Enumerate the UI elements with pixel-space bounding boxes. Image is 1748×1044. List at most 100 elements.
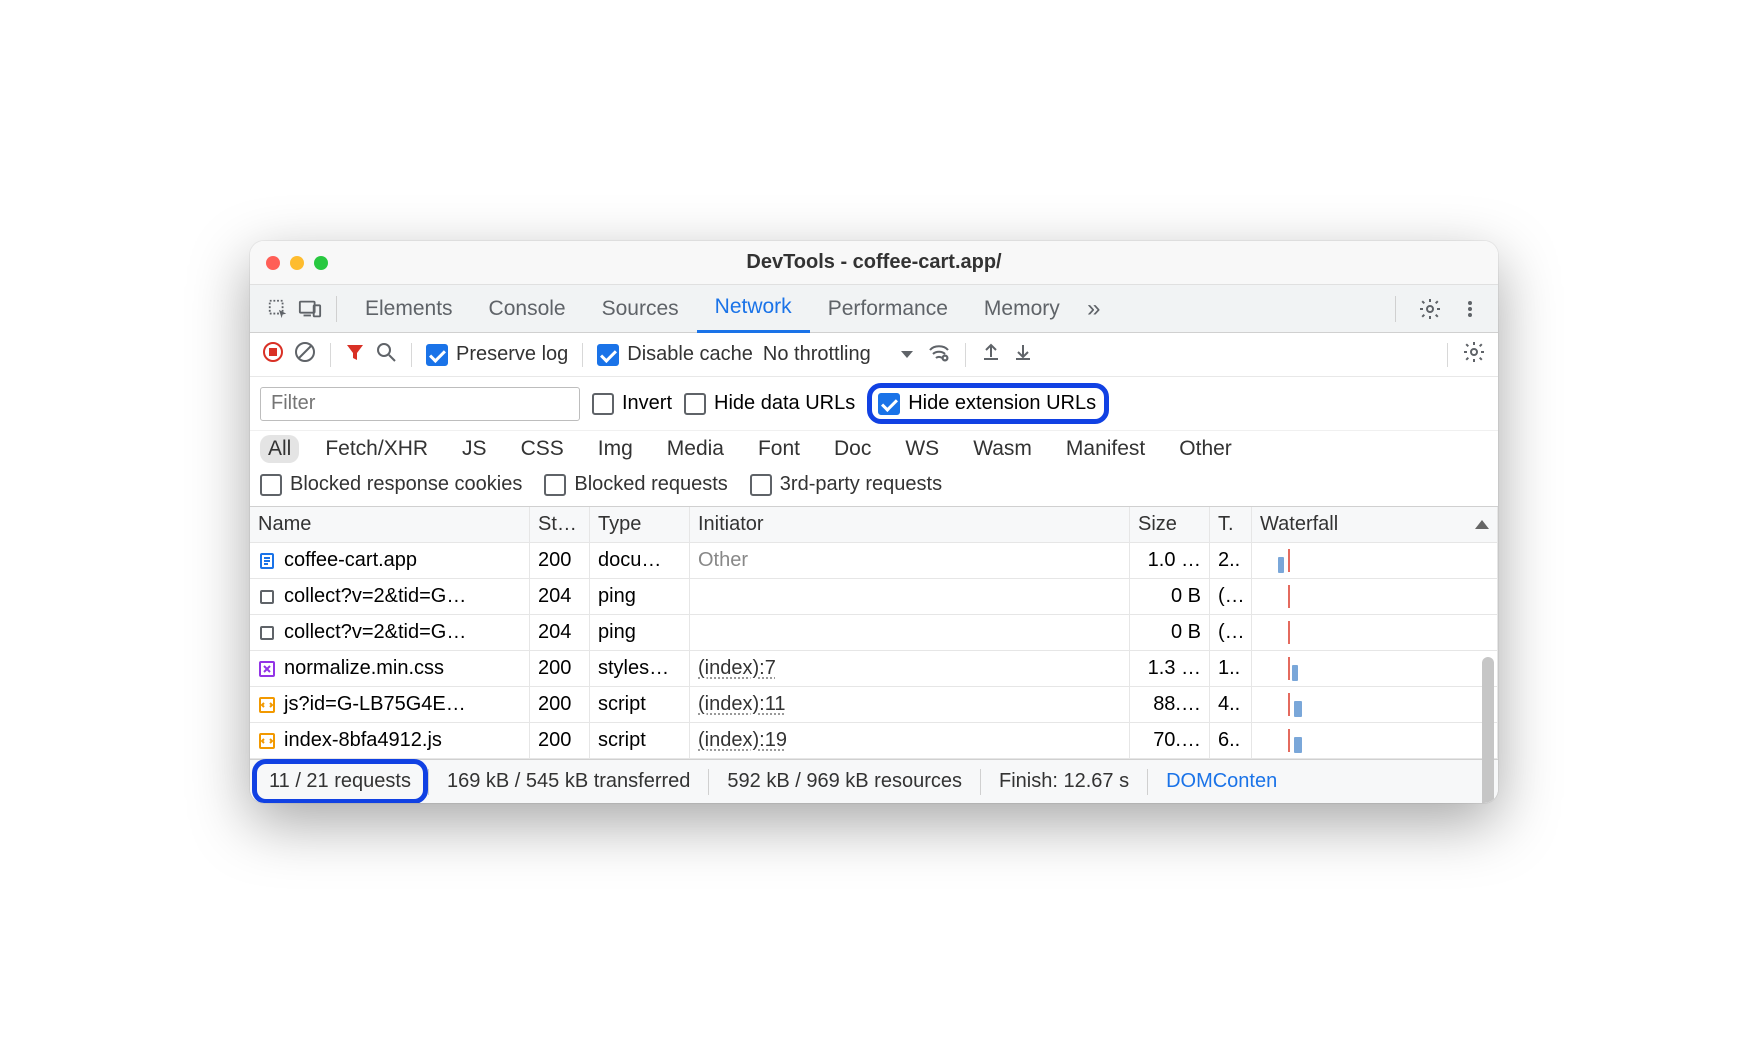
preserve-log-checkbox[interactable]: Preserve log xyxy=(426,343,568,366)
request-name[interactable]: js?id=G-LB75G4E… xyxy=(250,687,530,723)
request-time: 2.. xyxy=(1210,543,1252,579)
request-size: 70.… xyxy=(1130,723,1210,759)
col-time[interactable]: T. xyxy=(1210,507,1252,543)
col-initiator[interactable]: Initiator xyxy=(690,507,1130,543)
type-chip-js[interactable]: JS xyxy=(454,435,495,463)
request-size: 1.3 … xyxy=(1130,651,1210,687)
type-chip-fetchxhr[interactable]: Fetch/XHR xyxy=(317,435,436,463)
request-initiator xyxy=(690,579,1130,615)
type-chip-css[interactable]: CSS xyxy=(513,435,572,463)
blocked-requests-checkbox[interactable]: Blocked requests xyxy=(544,473,727,496)
js-file-icon xyxy=(258,732,276,750)
col-type[interactable]: Type xyxy=(590,507,690,543)
request-waterfall xyxy=(1252,723,1498,759)
request-status: 200 xyxy=(530,651,590,687)
filter-bar: Invert Hide data URLs Hide extension URL… xyxy=(250,377,1498,431)
type-chip-font[interactable]: Font xyxy=(750,435,808,463)
other-file-icon xyxy=(258,588,276,606)
status-finish: Finish: 12.67 s xyxy=(981,768,1147,796)
request-name[interactable]: collect?v=2&tid=G… xyxy=(250,615,530,651)
third-party-checkbox[interactable]: 3rd-party requests xyxy=(750,473,942,496)
col-name[interactable]: Name xyxy=(250,507,530,543)
kebab-menu-icon[interactable] xyxy=(1454,293,1486,325)
request-name[interactable]: collect?v=2&tid=G… xyxy=(250,579,530,615)
type-chip-other[interactable]: Other xyxy=(1171,435,1240,463)
network-settings-icon[interactable] xyxy=(1462,340,1486,370)
disable-cache-checkbox[interactable]: Disable cache xyxy=(597,343,753,366)
request-name[interactable]: coffee-cart.app xyxy=(250,543,530,579)
scrollbar[interactable] xyxy=(1482,657,1494,763)
titlebar: DevTools - coffee-cart.app/ xyxy=(250,241,1498,285)
col-waterfall[interactable]: Waterfall xyxy=(1252,507,1498,543)
status-resources: 592 kB / 969 kB resources xyxy=(709,768,980,796)
request-waterfall xyxy=(1252,579,1498,615)
devtools-window: DevTools - coffee-cart.app/ ElementsCons… xyxy=(250,241,1498,803)
record-button[interactable] xyxy=(262,341,284,369)
preserve-log-label: Preserve log xyxy=(456,343,568,366)
more-tabs-button[interactable]: » xyxy=(1078,293,1110,325)
download-har-icon[interactable] xyxy=(1012,341,1034,369)
hide-extension-urls-checkbox[interactable]: Hide extension URLs xyxy=(878,392,1096,415)
request-initiator[interactable]: (index):19 xyxy=(690,723,1130,759)
request-name[interactable]: normalize.min.css xyxy=(250,651,530,687)
filter-input[interactable] xyxy=(260,387,580,421)
close-window-button[interactable] xyxy=(266,256,280,270)
tab-network[interactable]: Network xyxy=(697,285,810,333)
hide-data-urls-label: Hide data URLs xyxy=(714,392,855,415)
type-chip-doc[interactable]: Doc xyxy=(826,435,879,463)
filter-icon[interactable] xyxy=(345,342,365,368)
divider xyxy=(1395,296,1396,322)
request-size: 0 B xyxy=(1130,615,1210,651)
extra-filter-row: Blocked response cookies Blocked request… xyxy=(250,467,1498,507)
upload-har-icon[interactable] xyxy=(980,341,1002,369)
request-size: 88.… xyxy=(1130,687,1210,723)
col-status[interactable]: St… xyxy=(530,507,590,543)
clear-button[interactable] xyxy=(294,341,316,369)
chevron-down-icon xyxy=(901,351,913,358)
main-tabbar: ElementsConsoleSourcesNetworkPerformance… xyxy=(250,285,1498,333)
request-type: ping xyxy=(590,579,690,615)
request-name[interactable]: index-8bfa4912.js xyxy=(250,723,530,759)
request-initiator[interactable]: (index):11 xyxy=(690,687,1130,723)
tab-console[interactable]: Console xyxy=(471,285,584,333)
request-initiator xyxy=(690,615,1130,651)
request-initiator[interactable]: (index):7 xyxy=(690,651,1130,687)
minimize-window-button[interactable] xyxy=(290,256,304,270)
request-status: 200 xyxy=(530,543,590,579)
invert-checkbox[interactable]: Invert xyxy=(592,392,672,415)
request-type: styles… xyxy=(590,651,690,687)
type-chip-wasm[interactable]: Wasm xyxy=(965,435,1040,463)
search-icon[interactable] xyxy=(375,341,397,369)
device-toolbar-icon[interactable] xyxy=(294,293,326,325)
type-chip-ws[interactable]: WS xyxy=(897,435,947,463)
status-transferred: 169 kB / 545 kB transferred xyxy=(429,768,708,796)
request-type: script xyxy=(590,687,690,723)
inspect-element-icon[interactable] xyxy=(262,293,294,325)
tab-sources[interactable]: Sources xyxy=(584,285,697,333)
col-size[interactable]: Size xyxy=(1130,507,1210,543)
request-initiator: Other xyxy=(690,543,1130,579)
request-status: 204 xyxy=(530,579,590,615)
throttling-select[interactable]: No throttling xyxy=(763,343,917,366)
tab-performance[interactable]: Performance xyxy=(810,285,966,333)
highlight-request-count: 11 / 21 requests xyxy=(252,759,428,803)
zoom-window-button[interactable] xyxy=(314,256,328,270)
type-chip-all[interactable]: All xyxy=(260,435,299,463)
tab-memory[interactable]: Memory xyxy=(966,285,1078,333)
network-conditions-icon[interactable] xyxy=(927,341,951,369)
other-file-icon xyxy=(258,624,276,642)
request-time: 1.. xyxy=(1210,651,1252,687)
request-time: 6.. xyxy=(1210,723,1252,759)
request-status: 200 xyxy=(530,723,590,759)
settings-icon[interactable] xyxy=(1414,293,1446,325)
type-chip-manifest[interactable]: Manifest xyxy=(1058,435,1153,463)
hide-data-urls-checkbox[interactable]: Hide data URLs xyxy=(684,392,855,415)
disable-cache-label: Disable cache xyxy=(627,343,753,366)
status-domcontent[interactable]: DOMConten xyxy=(1148,768,1295,796)
type-chip-media[interactable]: Media xyxy=(659,435,732,463)
blocked-cookies-checkbox[interactable]: Blocked response cookies xyxy=(260,473,522,496)
request-waterfall xyxy=(1252,687,1498,723)
request-size: 1.0 … xyxy=(1130,543,1210,579)
type-chip-img[interactable]: Img xyxy=(590,435,641,463)
tab-elements[interactable]: Elements xyxy=(347,285,471,333)
